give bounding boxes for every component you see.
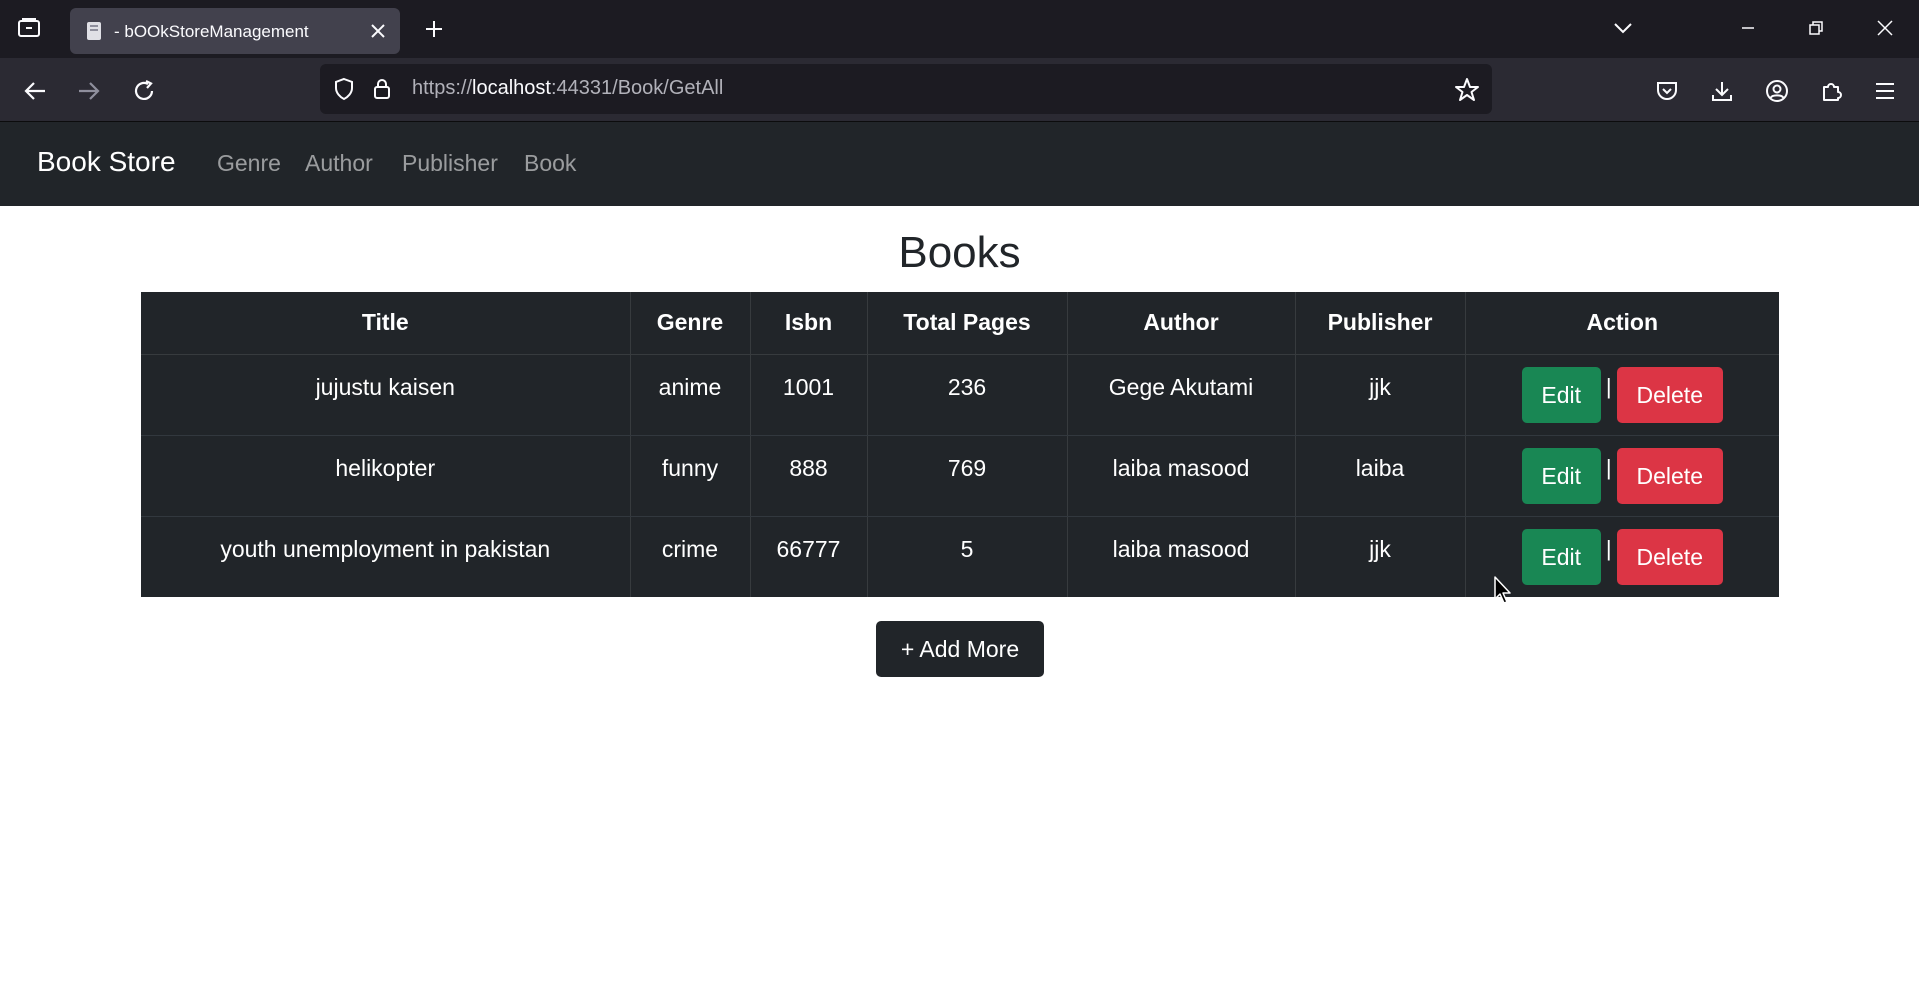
nav-link-genre[interactable]: Genre [217,150,281,177]
cell-total-pages: 769 [867,435,1068,517]
cell-total-pages: 236 [867,354,1068,436]
mouse-cursor-icon [1493,575,1513,605]
lock-icon[interactable] [370,77,394,101]
table-header-row: Title Genre Isbn Total Pages Author Publ… [141,292,1779,355]
edit-button[interactable]: Edit [1521,366,1601,423]
site-navbar: Book Store Genre Author Publisher Book [0,122,1919,206]
table-row: jujustu kaisen anime 1001 236 Gege Akuta… [141,354,1779,436]
nav-link-book[interactable]: Book [524,150,576,177]
chevron-down-icon[interactable] [1608,14,1638,42]
cell-genre: crime [630,516,751,597]
cell-publisher: jjk [1295,516,1466,597]
browser-tab-active[interactable]: - bOOkStoreManagement [70,8,400,54]
cell-action: Edit | Delete [1465,354,1779,436]
table-row: helikopter funny 888 769 laiba masood la… [141,435,1779,517]
cell-author: laiba masood [1067,516,1296,597]
back-icon[interactable] [18,74,52,108]
cell-publisher: jjk [1295,354,1466,436]
new-tab-icon[interactable] [420,15,448,43]
page-title: Books [898,228,1021,277]
column-header-total-pages: Total Pages [867,292,1068,355]
downloads-icon[interactable] [1705,74,1739,108]
account-icon[interactable] [1760,74,1794,108]
action-separator: | [1605,373,1612,399]
close-tab-icon[interactable] [368,21,388,41]
cell-isbn: 1001 [750,354,868,436]
restore-window-icon[interactable] [1794,10,1838,46]
minimize-window-icon[interactable] [1726,10,1770,46]
url-path: :44331/Book/GetAll [550,77,724,99]
brand-link[interactable]: Book Store [37,146,176,178]
browser-tabstrip: - bOOkStoreManagement [0,0,1919,58]
cell-author: Gege Akutami [1067,354,1296,436]
tracking-protection-shield-icon[interactable] [332,77,356,101]
address-bar[interactable]: https://localhost:44331/Book/GetAll [320,64,1492,114]
cell-author: laiba masood [1067,435,1296,517]
edit-button[interactable]: Edit [1521,447,1601,504]
url-host: localhost [472,77,551,99]
forward-icon[interactable] [72,74,106,108]
bookmark-star-icon[interactable] [1454,77,1480,103]
column-header-title: Title [141,292,631,355]
tab-overview-icon[interactable] [14,15,44,41]
edit-button[interactable]: Edit [1521,528,1601,585]
reload-icon[interactable] [127,74,161,108]
column-header-isbn: Isbn [750,292,868,355]
cell-title: jujustu kaisen [141,354,631,436]
cell-total-pages: 5 [867,516,1068,597]
books-table: Title Genre Isbn Total Pages Author Publ… [141,292,1779,597]
page-favicon-icon [84,20,106,42]
url-prefix: https:// [412,77,473,99]
cell-genre: anime [630,354,751,436]
delete-button[interactable]: Delete [1616,528,1723,585]
cell-title: helikopter [141,435,631,517]
action-separator: | [1605,454,1612,480]
cell-isbn: 888 [750,435,868,517]
column-header-author: Author [1067,292,1296,355]
tab-title: - bOOkStoreManagement [114,22,309,41]
column-header-genre: Genre [630,292,751,355]
url-text[interactable]: https://localhost:44331/Book/GetAll [412,77,723,100]
pocket-icon[interactable] [1650,74,1684,108]
nav-link-author[interactable]: Author [305,150,373,177]
cell-genre: funny [630,435,751,517]
browser-navbar: https://localhost:44331/Book/GetAll [0,58,1919,122]
cell-title: youth unemployment in pakistan [141,516,631,597]
delete-button[interactable]: Delete [1616,447,1723,504]
nav-link-publisher[interactable]: Publisher [402,150,498,177]
action-separator: | [1605,535,1612,561]
menu-icon[interactable] [1868,74,1902,108]
column-header-publisher: Publisher [1295,292,1466,355]
close-window-icon[interactable] [1863,10,1907,46]
table-row: youth unemployment in pakistan crime 667… [141,516,1779,597]
cell-isbn: 66777 [750,516,868,597]
extensions-icon[interactable] [1814,74,1848,108]
add-more-button[interactable]: + Add More [876,621,1044,677]
cell-publisher: laiba [1295,435,1466,517]
column-header-action: Action [1465,292,1779,355]
cell-action: Edit | Delete [1465,435,1779,517]
delete-button[interactable]: Delete [1616,366,1723,423]
